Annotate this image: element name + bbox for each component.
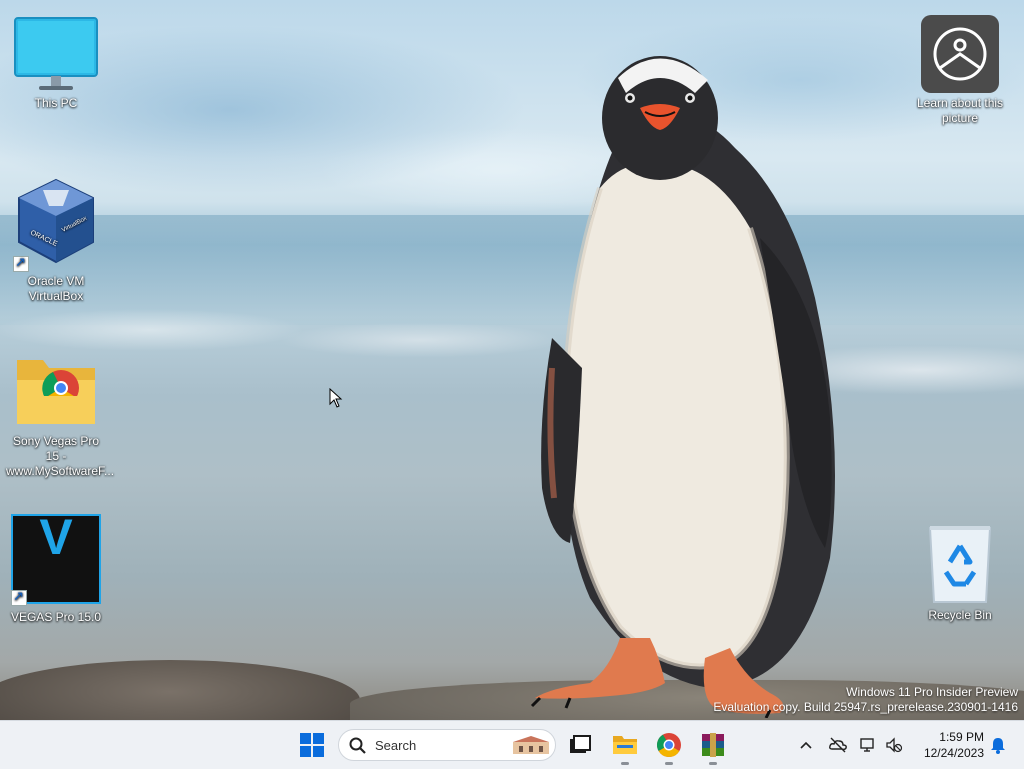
windows-logo-icon: [300, 733, 311, 744]
clock-time: 1:59 PM: [939, 730, 984, 744]
clock-date: 12/24/2023: [923, 746, 984, 760]
task-view-button[interactable]: [566, 731, 594, 759]
mouse-cursor-icon: [329, 388, 343, 408]
task-view-icon: [570, 735, 591, 753]
monitor-icon: [14, 17, 98, 90]
wallpaper-ice: [0, 300, 1024, 440]
desktop-icon-label: Recycle Bin: [928, 608, 992, 622]
search-icon: [349, 737, 366, 754]
wallpaper-sky: [0, 0, 1024, 240]
desktop-icon-sony-vegas-folder[interactable]: Sony Vegas Pro 15 - www.MySoftwareF...: [6, 352, 115, 479]
windows-watermark: Windows 11 Pro Insider Preview Evaluatio…: [713, 685, 1018, 715]
vegas-letter: V: [39, 509, 73, 565]
recycle-bin-icon: [928, 526, 992, 603]
winrar-button[interactable]: [699, 731, 727, 765]
search-highlight-icon: [513, 736, 549, 754]
desktop-icon-virtualbox[interactable]: ORACLE VirtualBox Oracle VM VirtualBox: [6, 176, 106, 304]
notification-bell-icon[interactable]: [988, 735, 1008, 755]
desktop-icon-learn-about-picture[interactable]: Learn about this picture: [910, 14, 1010, 126]
chrome-button[interactable]: [655, 731, 683, 765]
running-indicator: [621, 762, 629, 765]
chrome-icon: [656, 733, 681, 758]
running-indicator: [665, 762, 673, 765]
windows-logo-icon: [313, 746, 324, 757]
wallpaper-penguin: [530, 56, 835, 718]
wallpaper-rock-left: [0, 660, 360, 720]
watermark-line1: Windows 11 Pro Insider Preview: [846, 685, 1018, 699]
show-hidden-icons-chevron-up-icon[interactable]: [796, 735, 816, 755]
spotlight-camera-icon: [921, 15, 999, 93]
running-indicator: [709, 762, 717, 765]
shortcut-arrow-icon: [13, 255, 29, 272]
shortcut-arrow-icon: [11, 589, 27, 606]
desktop-icon-label: VEGAS Pro 15.0: [10, 610, 102, 624]
desktop-icon-vegas-pro[interactable]: V VEGAS Pro 15.0: [6, 509, 106, 625]
network-icon[interactable]: [858, 735, 878, 755]
file-explorer-icon: [613, 736, 637, 754]
desktop-icon-this-pc[interactable]: This PC: [6, 16, 106, 111]
desktop-wallpaper: [0, 0, 1024, 720]
winrar-icon: [702, 733, 724, 757]
desktop-icon-label: Learn about this picture: [916, 96, 1004, 125]
file-explorer-button[interactable]: [611, 731, 639, 765]
onedrive-offline-icon[interactable]: [828, 735, 848, 755]
system-clock[interactable]: 1:59 PM 12/24/2023: [912, 729, 984, 761]
start-button[interactable]: [300, 733, 324, 757]
volume-muted-icon[interactable]: [884, 735, 904, 755]
folder-chrome-icon: [17, 360, 95, 424]
watermark-line2: Evaluation copy. Build 25947.rs_prerelea…: [713, 700, 1018, 714]
windows-logo-icon: [313, 733, 324, 744]
desktop-icon-label: Sony Vegas Pro 15 - www.MySoftwareF...: [6, 434, 115, 478]
windows-logo-icon: [300, 746, 311, 757]
desktop-icon-label: This PC: [34, 96, 78, 110]
desktop-icon-label: Oracle VM VirtualBox: [27, 274, 85, 303]
desktop-icon-recycle-bin[interactable]: Recycle Bin: [910, 522, 1010, 623]
search-box[interactable]: Search: [338, 729, 556, 761]
search-label: Search: [375, 738, 417, 753]
taskbar: Search 1:59 PM 12/24/2023: [0, 720, 1024, 769]
